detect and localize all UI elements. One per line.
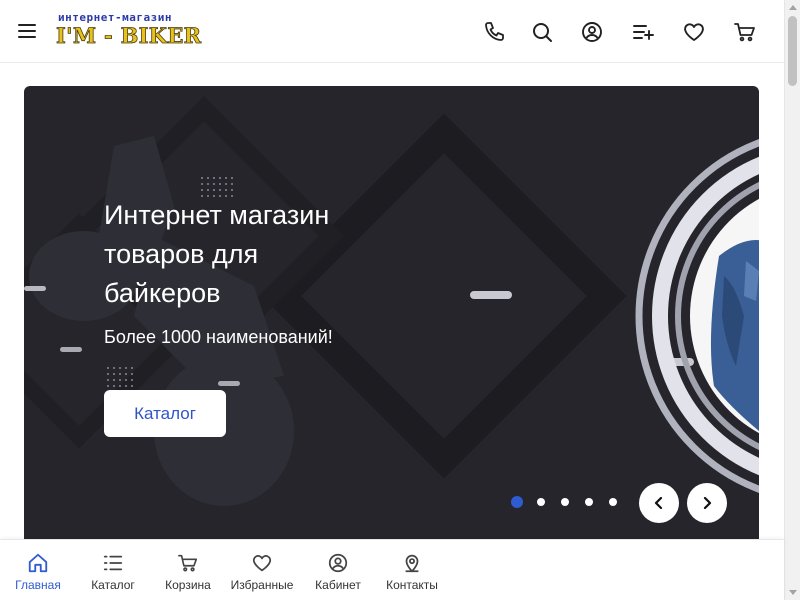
nav-label-cart: Корзина <box>165 578 211 592</box>
logo-wordmark: I'M - BIKER <box>56 23 202 49</box>
location-pin-icon <box>405 554 419 573</box>
hero-title-line: байкеров <box>104 278 221 308</box>
nav-label-account: Кабинет <box>315 578 361 592</box>
compare-list-icon[interactable] <box>631 20 655 44</box>
cart-icon[interactable] <box>733 20 757 44</box>
menu-icon[interactable] <box>18 22 38 40</box>
scroll-down-arrow-icon[interactable] <box>789 590 797 595</box>
hero-subtitle: Более 1000 наименований! <box>104 327 333 347</box>
nav-item-contacts[interactable]: Контакты <box>381 540 443 600</box>
slider-next-button[interactable] <box>687 483 727 523</box>
slider-prev-button[interactable] <box>639 483 679 523</box>
hero-title-line: товаров для <box>104 239 259 269</box>
catalog-button[interactable]: Каталог <box>104 390 226 437</box>
page-scrollbar[interactable] <box>784 0 800 600</box>
scroll-thumb[interactable] <box>788 16 797 86</box>
hero-title: Интернет магазин товаров для байкеров <box>104 196 404 313</box>
heart-icon <box>252 555 272 572</box>
chevron-right-icon <box>703 496 712 510</box>
nav-label-favorites: Избранные <box>230 578 294 592</box>
bottom-navigation: Главная Каталог Корзина Избранные Кабине… <box>0 539 784 600</box>
nav-label-catalog: Каталог <box>91 578 135 592</box>
slider-dot[interactable] <box>561 498 569 506</box>
slider-dot[interactable] <box>585 498 593 506</box>
heart-icon[interactable] <box>682 20 706 44</box>
nav-item-catalog[interactable]: Каталог <box>82 540 144 600</box>
site-logo[interactable]: интернет-магазин I'M - BIKER <box>56 11 202 49</box>
nav-item-account[interactable]: Кабинет <box>307 540 369 600</box>
hero-title-line: Интернет магазин <box>104 200 330 230</box>
phone-icon[interactable] <box>482 20 506 44</box>
catalog-list-icon <box>103 555 123 571</box>
nav-item-favorites[interactable]: Избранные <box>228 540 296 600</box>
hero-banner: Интернет магазин товаров для байкеров Бо… <box>24 86 759 546</box>
slider-dot[interactable] <box>511 496 523 508</box>
user-icon[interactable] <box>580 20 604 44</box>
cart-icon <box>178 554 198 572</box>
nav-label-contacts: Контакты <box>386 578 438 592</box>
nav-item-cart[interactable]: Корзина <box>157 540 219 600</box>
user-icon <box>328 553 348 573</box>
slider-dot[interactable] <box>609 498 617 506</box>
slider-dot[interactable] <box>537 498 545 506</box>
hero-background-graphic <box>24 95 759 506</box>
home-icon <box>28 553 48 573</box>
search-icon[interactable] <box>530 20 554 44</box>
nav-item-home[interactable]: Главная <box>8 540 68 600</box>
site-header: интернет-магазин I'M - BIKER <box>0 0 784 63</box>
scroll-up-arrow-icon[interactable] <box>789 5 797 10</box>
chevron-left-icon <box>654 496 663 510</box>
nav-label-home: Главная <box>15 578 61 592</box>
